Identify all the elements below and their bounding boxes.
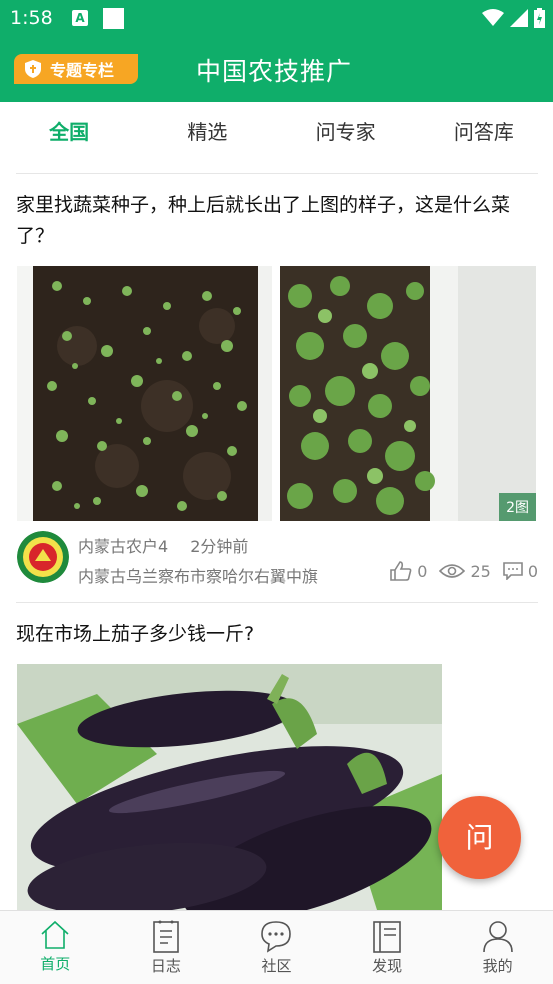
topic-column-button[interactable]: 专题专栏 [14, 54, 138, 84]
post-title[interactable]: 家里找蔬菜种子，种上后就长出了上图的样子，这是什么菜了？ [16, 190, 538, 252]
status-bar: 1:58 A [0, 0, 553, 38]
seedlings-soil-image [17, 266, 272, 521]
nav-community-label: 社区 [261, 957, 292, 975]
nav-home[interactable]: 首页 [0, 911, 111, 984]
ask-question-button[interactable]: 问 [438, 796, 521, 879]
thumbs-up-icon [390, 561, 412, 581]
eggplant-image [17, 664, 442, 910]
post-image[interactable] [17, 664, 442, 910]
post-location: 内蒙古乌兰察布市察哈尔右翼中旗 [78, 567, 319, 586]
view-stat: 25 [439, 561, 491, 581]
profile-icon [482, 921, 513, 953]
topic-badge-label: 专题专栏 [50, 61, 115, 80]
eye-icon [439, 564, 466, 578]
community-icon [261, 921, 292, 953]
wifi-icon [482, 9, 504, 26]
status-square-icon [103, 8, 124, 29]
post-image[interactable] [17, 266, 272, 521]
nav-community[interactable]: 社区 [221, 911, 332, 984]
tab-qa-library[interactable]: 问答库 [415, 102, 553, 162]
comment-count: 0 [527, 561, 538, 581]
app-title: 中国农技推广 [196, 57, 353, 86]
like-button[interactable]: 0 [390, 561, 427, 581]
seedlings-leaves-image [280, 266, 536, 521]
tab-featured[interactable]: 精选 [138, 102, 276, 162]
status-a-icon: A [72, 10, 88, 26]
tab-bar: 全国 精选 问专家 问答库 [0, 102, 553, 162]
image-count-badge: 2图 [499, 493, 536, 521]
status-icons [482, 8, 545, 28]
nav-home-label: 首页 [40, 955, 71, 973]
app-bar: 专题专栏 中国农技推广 [0, 38, 553, 102]
org-logo-icon [17, 531, 69, 583]
shield-icon [25, 60, 41, 78]
comment-icon [503, 562, 523, 580]
post-time: 2分钟前 [190, 537, 249, 556]
view-count: 25 [470, 561, 491, 581]
comment-button[interactable]: 0 [503, 562, 538, 581]
avatar[interactable] [17, 531, 69, 583]
post-stats: 0 25 0 [378, 561, 538, 581]
author-name[interactable]: 内蒙古农户4 [78, 537, 168, 556]
bottom-nav: 首页 日志 社区 发现 我的 [0, 910, 553, 984]
tab-ask-expert[interactable]: 问专家 [277, 102, 415, 162]
post-meta: 内蒙古农户4 2分钟前 [78, 533, 248, 557]
post-image[interactable]: 2图 [280, 266, 536, 521]
nav-discover-label: 发现 [372, 957, 403, 975]
home-icon [41, 920, 69, 949]
post-title[interactable]: 现在市场上茄子多少钱一斤? [16, 619, 538, 650]
discover-icon [373, 921, 401, 953]
nav-profile-label: 我的 [482, 957, 513, 975]
nav-discover[interactable]: 发现 [332, 911, 443, 984]
like-count: 0 [417, 561, 428, 581]
nav-profile[interactable]: 我的 [442, 911, 553, 984]
nav-log-label: 日志 [150, 957, 181, 975]
divider [16, 173, 538, 174]
tab-national[interactable]: 全国 [0, 102, 138, 162]
divider [16, 602, 538, 603]
status-time: 1:58 [10, 7, 53, 29]
log-icon [153, 920, 179, 953]
signal-icon [510, 9, 528, 27]
nav-log[interactable]: 日志 [111, 911, 222, 984]
battery-icon [534, 8, 545, 28]
